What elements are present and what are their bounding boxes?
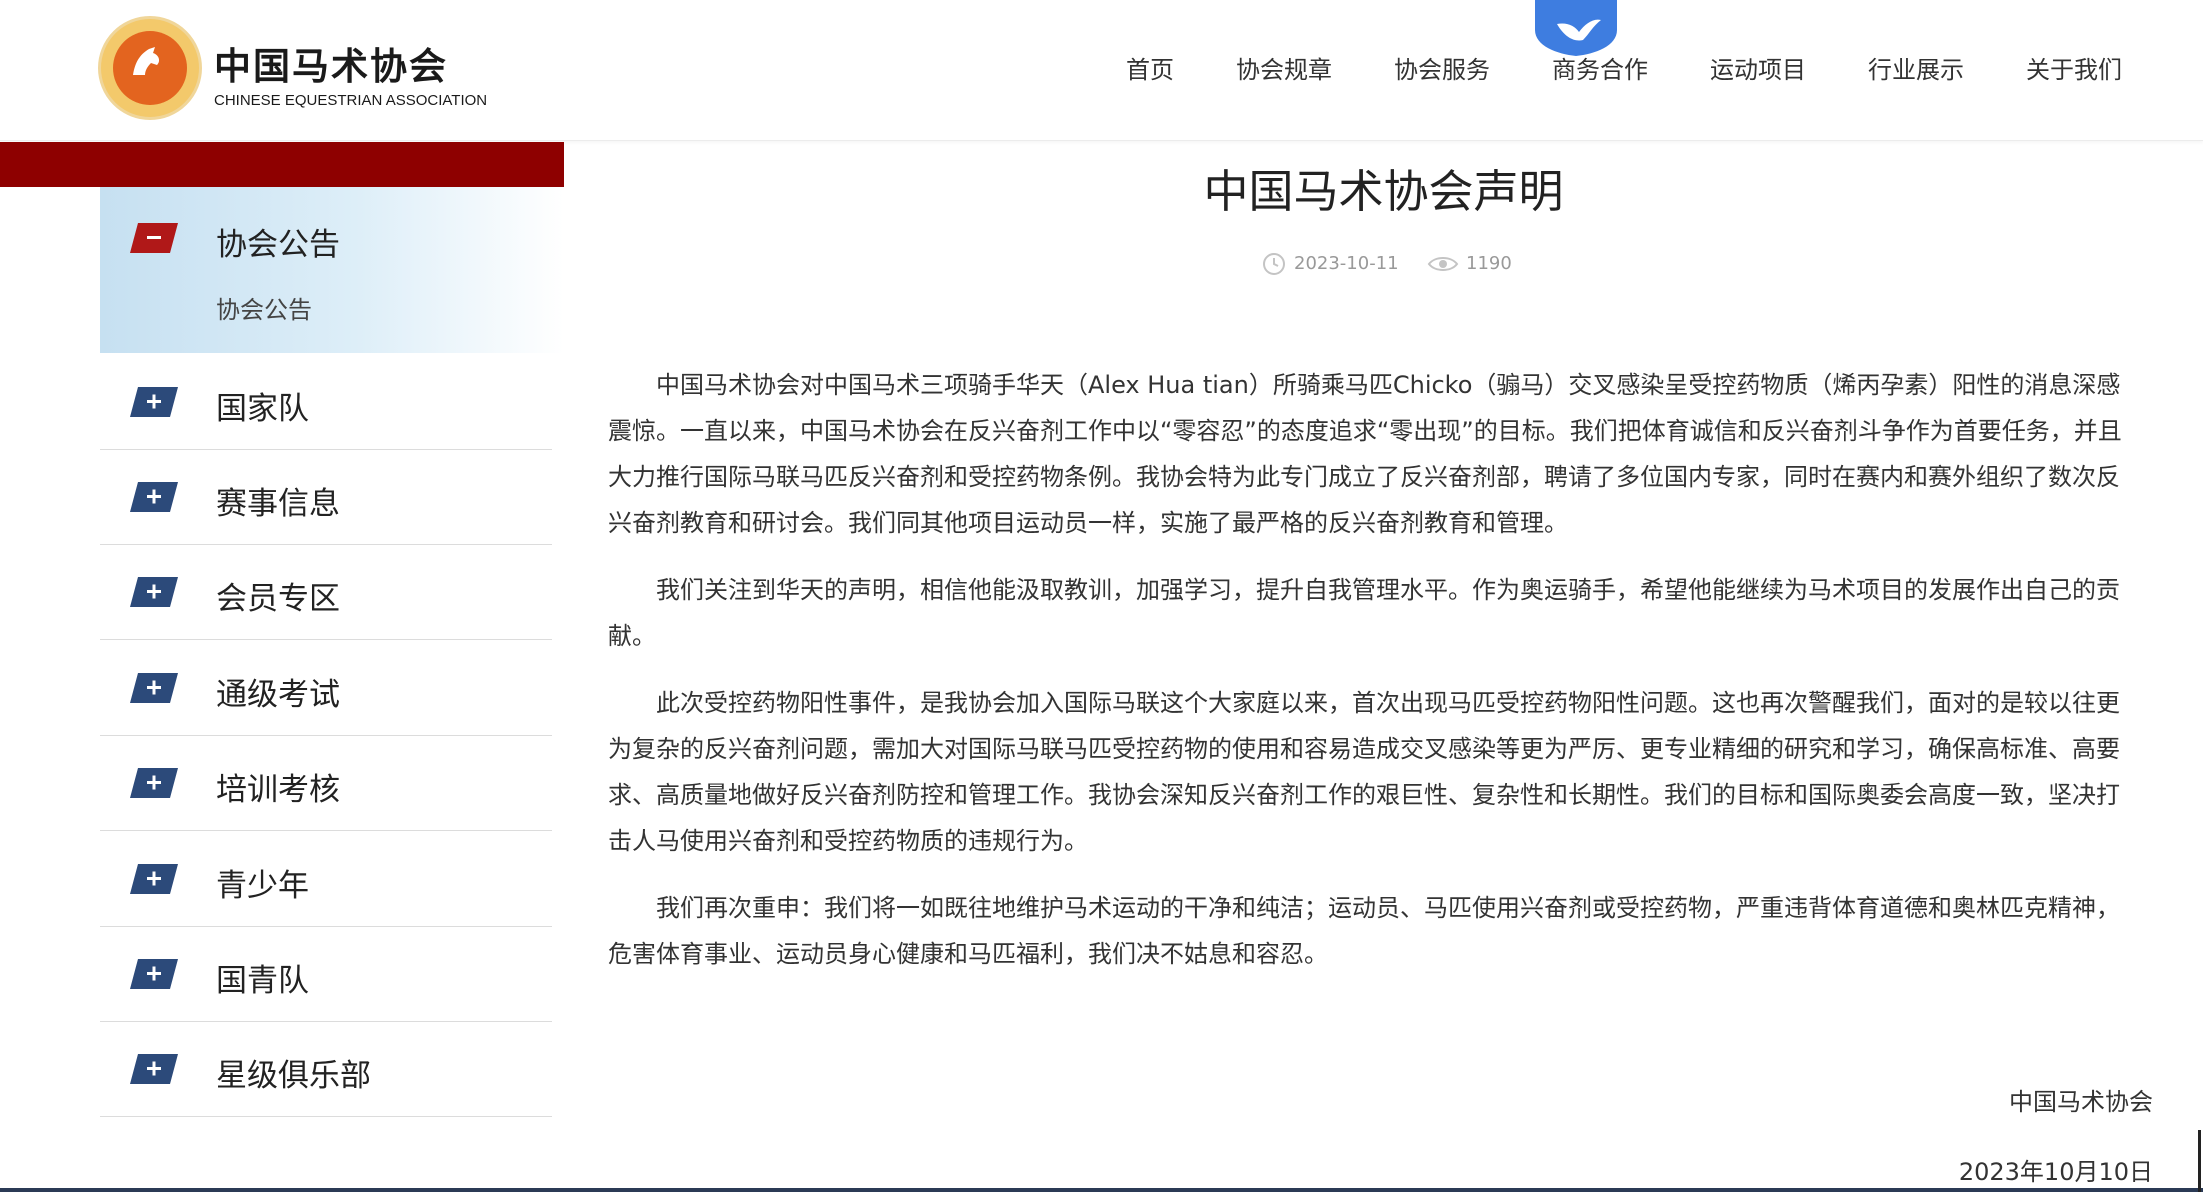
clock-icon — [1263, 253, 1285, 275]
article-title: 中国马术协会声明 — [1203, 165, 1564, 218]
scrollbar-edge[interactable] — [2198, 1130, 2201, 1192]
article-date: 2023-10-11 — [1294, 253, 1399, 274]
plus-icon — [130, 1054, 178, 1084]
plus-icon — [130, 387, 178, 417]
sidebar-item-label: 培训考核 — [216, 772, 340, 808]
eye-icon — [1427, 257, 1459, 271]
nav-sports[interactable]: 运动项目 — [1710, 50, 1806, 85]
horse-icon — [133, 47, 160, 75]
plus-icon — [130, 768, 178, 798]
plus-icon — [130, 959, 178, 989]
nav-home[interactable]: 首页 — [1126, 50, 1174, 85]
page-bottom-border — [0, 1188, 2203, 1192]
sidebar-item-level-exam[interactable]: 通级考试 — [100, 641, 552, 736]
sidebar-item-members[interactable]: 会员专区 — [100, 545, 552, 640]
sidebar-item-training[interactable]: 培训考核 — [100, 736, 552, 831]
logo-name-cn: 中国马术协会 — [214, 44, 448, 88]
plus-icon — [130, 673, 178, 703]
nav-business[interactable]: 商务合作 — [1552, 50, 1648, 85]
sidebar-item-label: 通级考试 — [216, 677, 340, 713]
sidebar-item-youth-national-team[interactable]: 国青队 — [100, 927, 552, 1022]
article-paragraph: 我们关注到华天的声明，相信他能汲取教训，加强学习，提升自我管理水平。作为奥运骑手… — [608, 576, 2120, 650]
sidebar-item-events[interactable]: 赛事信息 — [100, 450, 552, 545]
article-paragraph: 此次受控药物阳性事件，是我协会加入国际马联这个大家庭以来，首次出现马匹受控药物阳… — [608, 689, 2120, 855]
plus-icon — [130, 482, 178, 512]
nav-about[interactable]: 关于我们 — [2026, 50, 2122, 85]
sidebar-item-label: 星级俱乐部 — [216, 1058, 371, 1094]
sidebar-header-bar — [0, 142, 564, 187]
article-paragraph: 我们再次重申：我们将一如既往地维护马术运动的干净和纯洁；运动员、马匹使用兴奋剂或… — [608, 894, 2120, 968]
sidebar-item-announcements[interactable]: 协会公告 — [100, 187, 564, 353]
logo-emblem — [98, 16, 202, 120]
article-body: 中国马术协会对中国马术三项骑手华天（Alex Hua tian）所骑乘马匹Chi… — [608, 362, 2143, 998]
article-paragraph: 中国马术协会对中国马术三项骑手华天（Alex Hua tian）所骑乘马匹Chi… — [608, 371, 2122, 537]
sidebar-item-label: 国家队 — [216, 391, 309, 427]
sidebar-item-label: 协会公告 — [216, 227, 340, 263]
article-signed-date: 2023年10月10日 — [1958, 1158, 2153, 1186]
dove-badge-icon — [1535, 0, 1617, 56]
sidebar-subitem-announcements[interactable]: 协会公告 — [216, 290, 312, 325]
sidebar-item-label: 青少年 — [216, 868, 309, 904]
nav-regulations[interactable]: 协会规章 — [1236, 50, 1332, 85]
article-signature: 中国马术协会 — [2009, 1088, 2153, 1116]
sidebar-item-national-team[interactable]: 国家队 — [100, 355, 552, 450]
sidebar-item-label: 国青队 — [216, 963, 309, 999]
nav-industry[interactable]: 行业展示 — [1868, 50, 1964, 85]
nav-services[interactable]: 协会服务 — [1394, 50, 1490, 85]
plus-icon — [130, 864, 178, 894]
sidebar-item-star-clubs[interactable]: 星级俱乐部 — [100, 1022, 552, 1117]
plus-icon — [130, 577, 178, 607]
sidebar-item-label: 会员专区 — [216, 581, 340, 617]
site-header: 中国马术协会 CHINESE EQUESTRIAN ASSOCIATION 首页… — [0, 0, 2203, 141]
sidebar-item-label: 赛事信息 — [216, 486, 340, 522]
minus-icon — [130, 223, 178, 253]
sidebar-item-youth[interactable]: 青少年 — [100, 832, 552, 927]
article-views: 1190 — [1466, 253, 1512, 274]
logo-name-en: CHINESE EQUESTRIAN ASSOCIATION — [214, 92, 488, 109]
site-logo[interactable]: 中国马术协会 CHINESE EQUESTRIAN ASSOCIATION — [98, 16, 498, 120]
